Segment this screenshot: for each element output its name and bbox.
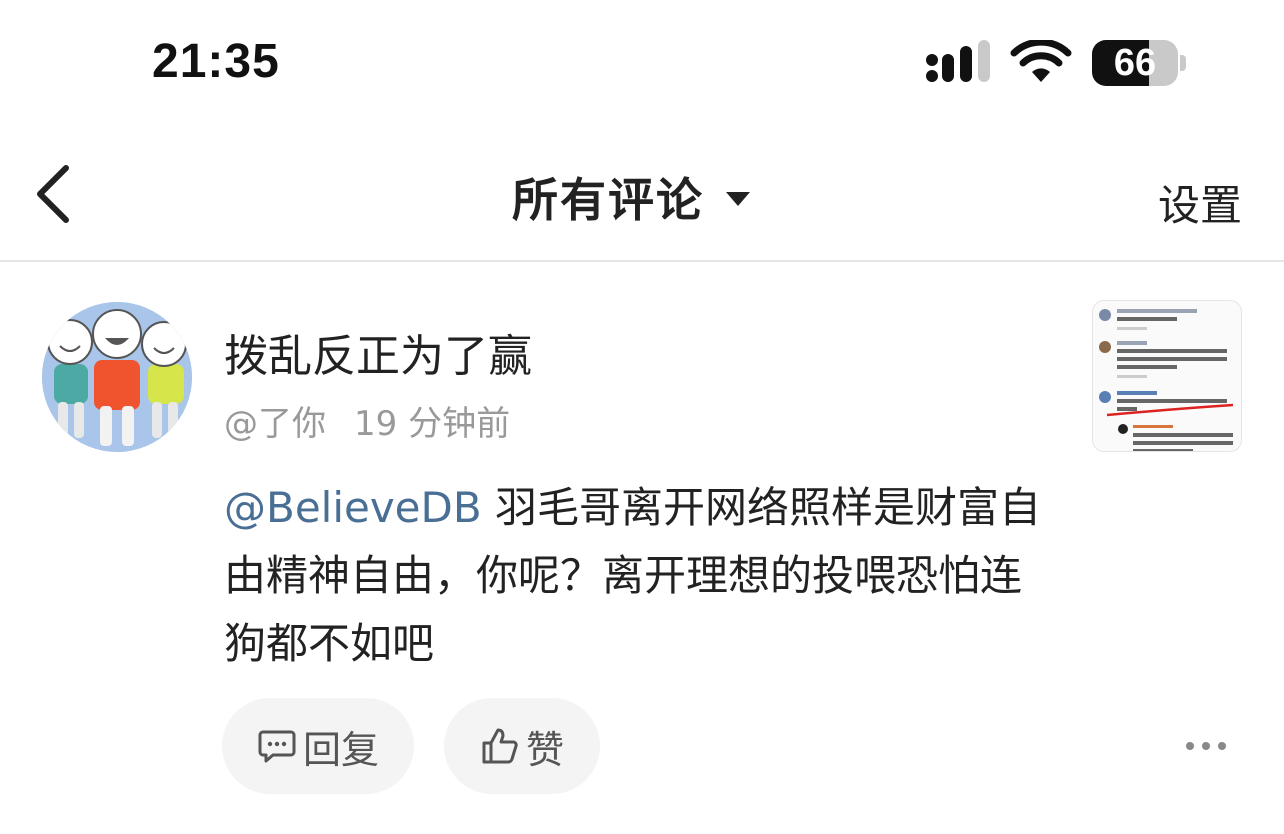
page-title: 所有评论 bbox=[512, 173, 704, 227]
user-avatar[interactable] bbox=[42, 302, 192, 452]
status-time: 21:35 bbox=[152, 35, 280, 88]
cellular-signal-icon bbox=[926, 40, 990, 82]
reply-button[interactable]: 回复 bbox=[222, 698, 414, 794]
comment-bubble-icon bbox=[258, 730, 296, 763]
reply-to-user[interactable]: @了你 bbox=[224, 396, 326, 445]
header-divider bbox=[0, 260, 1284, 262]
thumbs-up-icon bbox=[482, 728, 518, 764]
comment-screenshot-thumbnail[interactable] bbox=[1092, 300, 1242, 452]
mention-link[interactable]: @BelieveDB bbox=[224, 483, 482, 532]
comment-meta: @了你 19 分钟前 bbox=[224, 396, 510, 445]
battery-icon: 66 bbox=[1092, 40, 1188, 86]
chevron-left-icon bbox=[37, 165, 69, 223]
wifi-icon bbox=[1010, 40, 1072, 82]
back-button[interactable] bbox=[28, 158, 88, 230]
settings-button[interactable]: 设置 bbox=[1158, 172, 1242, 233]
thumbnail-image bbox=[1093, 301, 1241, 451]
reply-label: 回复 bbox=[302, 727, 379, 772]
battery-percent: 66 bbox=[1113, 42, 1157, 84]
comment-username[interactable]: 拨乱反正为了赢 bbox=[224, 320, 532, 384]
comment-text: @BelieveDB 羽毛哥离开网络照样是财富自由精神自由，你呢？离开理想的投喂… bbox=[224, 474, 1054, 678]
more-options-button[interactable] bbox=[1184, 736, 1228, 756]
comment-filter-dropdown[interactable]: 所有评论 bbox=[512, 164, 750, 230]
caret-down-icon bbox=[726, 192, 750, 206]
comment-timestamp: 19 分钟前 bbox=[354, 404, 511, 444]
cartoon-friends-avatar bbox=[42, 302, 192, 452]
like-label: 赞 bbox=[525, 727, 564, 772]
like-button[interactable]: 赞 bbox=[444, 698, 600, 794]
